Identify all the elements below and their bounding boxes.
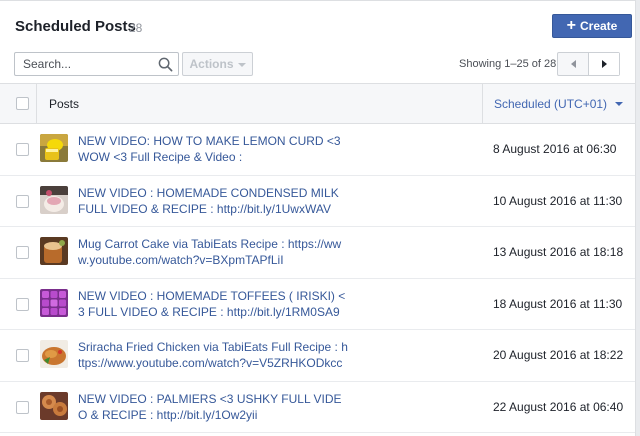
post-link[interactable]: Mug Carrot Cake via TabiEats Recipe : ht… — [78, 236, 348, 268]
post-link[interactable]: NEW VIDEO: HOW TO MAKE LEMON CURD <3 WOW… — [78, 133, 348, 165]
table-row[interactable]: Mug Carrot Cake via TabiEats Recipe : ht… — [0, 227, 635, 279]
carrot-cake-thumbnail-icon — [40, 237, 68, 265]
table-row[interactable]: NEW VIDEO : HOMEMADE CONDENSED MILK FULL… — [0, 176, 635, 227]
posts-column-header: Posts — [49, 97, 80, 111]
palmiers-thumbnail-icon — [40, 391, 68, 420]
row-checkbox[interactable] — [16, 143, 29, 156]
search-box[interactable] — [14, 52, 179, 76]
fried-chicken-thumbnail-icon — [40, 340, 68, 368]
post-link[interactable]: NEW VIDEO : PALMIERS <3 USHKY FULL VIDEO… — [78, 391, 348, 423]
scheduled-date: 10 August 2016 at 11:30 — [493, 193, 623, 208]
scheduled-column-header[interactable]: Scheduled (UTC+01) — [482, 84, 635, 124]
posts-table: Posts Scheduled (UTC+01) NEW VIDEO: HOW … — [0, 83, 635, 433]
table-row[interactable]: NEW VIDEO: HOW TO MAKE LEMON CURD <3 WOW… — [0, 124, 635, 176]
toffees-thumbnail-icon — [40, 288, 68, 317]
post-link[interactable]: NEW VIDEO : HOMEMADE TOFFEES ( IRISKI) <… — [78, 288, 348, 320]
table-row[interactable]: Sriracha Fried Chicken via TabiEats Full… — [0, 330, 635, 382]
lemon-curd-thumbnail-icon — [40, 134, 68, 162]
scheduled-column-label: Scheduled (UTC+01) — [494, 97, 608, 111]
previous-page-button[interactable] — [558, 53, 588, 75]
chevron-down-icon — [237, 63, 246, 67]
post-link[interactable]: Sriracha Fried Chicken via TabiEats Full… — [78, 339, 348, 371]
chevron-left-icon — [570, 60, 576, 68]
actions-dropdown[interactable]: Actions — [182, 52, 253, 76]
sort-desc-icon — [615, 102, 623, 106]
scheduled-posts-panel: Scheduled Posts 28 + Create Actions Show… — [0, 0, 636, 436]
search-input[interactable] — [15, 53, 155, 75]
next-page-button[interactable] — [588, 53, 619, 75]
post-link[interactable]: NEW VIDEO : HOMEMADE CONDENSED MILK FULL… — [78, 185, 348, 217]
scheduled-date: 8 August 2016 at 06:30 — [493, 142, 617, 156]
table-row[interactable]: NEW VIDEO : PALMIERS <3 USHKY FULL VIDEO… — [0, 382, 635, 433]
scheduled-date: 18 August 2016 at 11:30 — [493, 296, 623, 311]
pagination-summary: Showing 1–25 of 28 — [459, 58, 557, 70]
table-row[interactable]: NEW VIDEO : HOMEMADE TOFFEES ( IRISKI) <… — [0, 279, 635, 330]
row-checkbox[interactable] — [16, 297, 29, 311]
panel-header: Scheduled Posts 28 + Create — [0, 1, 635, 47]
actions-dropdown-label: Actions — [189, 57, 234, 71]
chevron-right-icon — [601, 60, 607, 68]
pagination-controls — [557, 52, 620, 76]
create-button-label: Create — [579, 19, 618, 33]
toolbar: Actions Showing 1–25 of 28 — [0, 47, 635, 83]
scheduled-date: 20 August 2016 at 18:22 — [493, 348, 624, 362]
condensed-milk-thumbnail-icon — [40, 185, 68, 214]
row-checkbox[interactable] — [16, 246, 29, 259]
row-checkbox[interactable] — [16, 194, 29, 208]
table-header: Posts Scheduled (UTC+01) — [0, 83, 635, 124]
scheduled-date: 22 August 2016 at 06:40 — [493, 399, 624, 414]
create-button[interactable]: + Create — [552, 14, 632, 38]
post-count-badge: 28 — [129, 21, 143, 35]
row-checkbox[interactable] — [16, 400, 29, 414]
plus-icon: + — [566, 17, 576, 34]
page-title: Scheduled Posts — [15, 18, 136, 35]
scheduled-date: 13 August 2016 at 18:18 — [493, 245, 624, 259]
search-icon[interactable] — [158, 57, 173, 72]
select-all-checkbox[interactable] — [16, 97, 29, 110]
row-checkbox[interactable] — [16, 349, 29, 362]
select-all-cell — [0, 84, 37, 124]
